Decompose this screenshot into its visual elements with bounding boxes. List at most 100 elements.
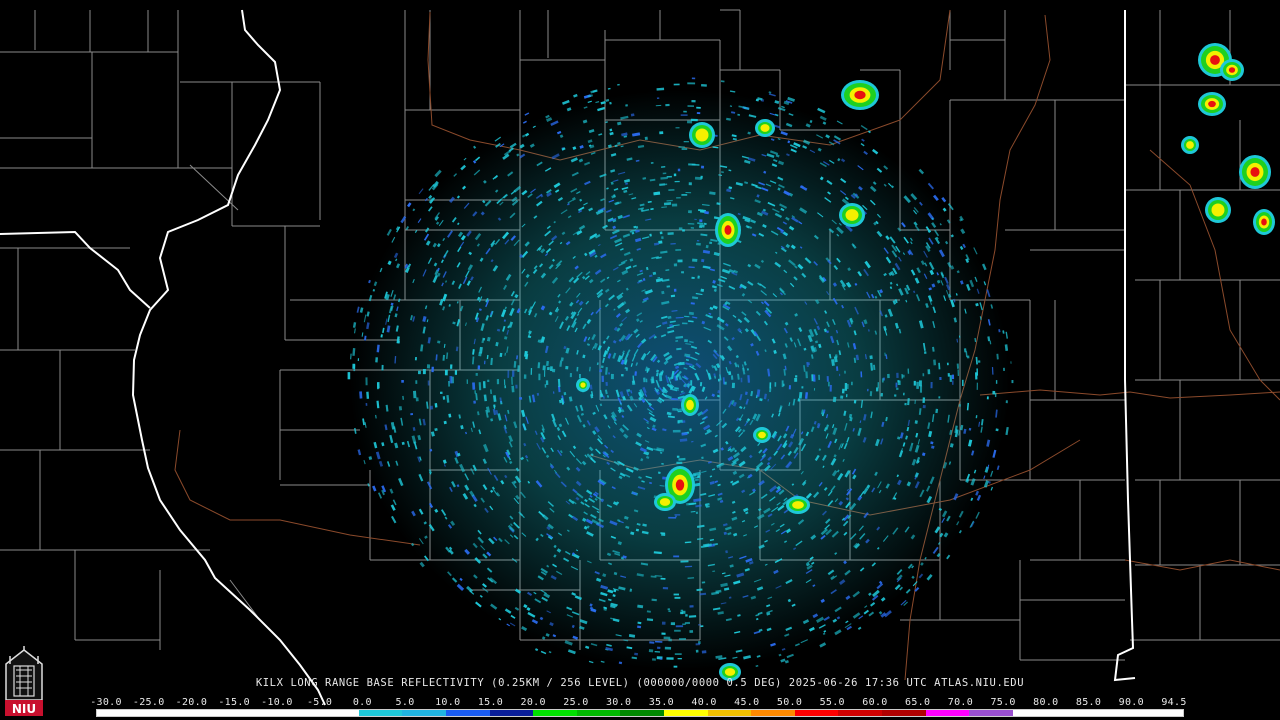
echo-speck bbox=[994, 392, 997, 398]
echo-speck bbox=[507, 370, 510, 378]
echo-speck bbox=[795, 375, 798, 378]
echo-speck bbox=[673, 665, 678, 668]
echo-speck bbox=[947, 373, 950, 377]
echo-speck bbox=[976, 368, 979, 376]
echo-speck bbox=[673, 173, 677, 177]
scale-tick-label: 30.0 bbox=[605, 697, 632, 708]
color-bar-segment bbox=[925, 710, 970, 716]
dbz-color-bar bbox=[96, 709, 1184, 717]
echo-speck bbox=[674, 653, 682, 655]
echo-speck bbox=[832, 396, 837, 403]
echo-speck bbox=[1011, 380, 1014, 384]
echo-speck bbox=[466, 379, 468, 384]
echo-speck bbox=[813, 374, 816, 382]
echo-speck bbox=[674, 514, 681, 516]
scale-tick-label: 80.0 bbox=[1033, 697, 1059, 708]
storm-cell bbox=[1228, 67, 1236, 73]
echo-speck bbox=[695, 511, 699, 514]
echo-speck bbox=[503, 379, 506, 386]
echo-speck bbox=[680, 609, 684, 611]
echo-speck bbox=[818, 374, 820, 380]
echo-speck bbox=[1005, 400, 1008, 404]
echo-speck bbox=[656, 97, 660, 99]
echo-speck bbox=[665, 103, 670, 107]
echo-speck bbox=[672, 429, 681, 433]
scale-tick-label: 65.0 bbox=[905, 697, 931, 708]
echo-speck bbox=[705, 244, 709, 249]
product-caption: KILX LONG RANGE BASE REFLECTIVITY (0.25K… bbox=[255, 677, 1025, 689]
color-bar-segment bbox=[663, 710, 708, 716]
color-bar-segment bbox=[445, 710, 490, 716]
echo-speck bbox=[696, 112, 701, 115]
echo-speck bbox=[511, 385, 515, 393]
scale-tick-label: 0.0 bbox=[352, 697, 372, 708]
storm-cell bbox=[724, 668, 736, 676]
echo-speck bbox=[930, 381, 933, 389]
scale-tick-label: 94.5 bbox=[1161, 697, 1187, 708]
echo-speck bbox=[995, 428, 999, 432]
echo-speck bbox=[691, 276, 695, 280]
echo-speck bbox=[414, 357, 417, 361]
storm-cell bbox=[675, 479, 685, 491]
echo-speck bbox=[703, 222, 707, 225]
echo-speck bbox=[877, 382, 879, 389]
echo-speck bbox=[700, 165, 705, 169]
echo-speck bbox=[916, 381, 919, 389]
echo-speck bbox=[536, 392, 540, 396]
echo-speck bbox=[569, 373, 573, 378]
echo-speck bbox=[429, 405, 434, 410]
echo-speck bbox=[415, 397, 419, 402]
echo-speck bbox=[684, 621, 690, 625]
echo-speck bbox=[478, 382, 482, 391]
storm-cell bbox=[695, 128, 709, 142]
echo-speck bbox=[478, 352, 482, 357]
echo-speck bbox=[677, 259, 683, 263]
echo-speck bbox=[365, 402, 368, 406]
scale-tick-label: 70.0 bbox=[947, 697, 974, 708]
scale-tick-label: -15.0 bbox=[218, 697, 250, 708]
color-bar-segment bbox=[576, 710, 621, 716]
scale-tick-label: 75.0 bbox=[990, 697, 1016, 708]
echo-speck bbox=[853, 399, 857, 404]
echo-speck bbox=[675, 249, 682, 251]
echo-speck bbox=[661, 621, 666, 625]
echo-speck bbox=[938, 396, 941, 399]
echo-speck bbox=[678, 457, 686, 461]
radar-map bbox=[0, 0, 1280, 720]
echo-speck bbox=[895, 382, 898, 388]
color-bar-segment bbox=[620, 710, 664, 716]
echo-speck bbox=[699, 219, 703, 223]
echo-speck bbox=[896, 372, 899, 378]
color-bar-segment bbox=[838, 710, 883, 716]
echo-speck bbox=[682, 322, 688, 325]
storm-cell bbox=[686, 399, 694, 411]
logo-text: NIU bbox=[12, 702, 36, 716]
echo-speck bbox=[695, 649, 699, 653]
echo-speck bbox=[426, 364, 431, 369]
echo-speck bbox=[869, 391, 873, 397]
scale-tick-label: -25.0 bbox=[132, 697, 165, 708]
echo-speck bbox=[685, 192, 692, 194]
echo-speck bbox=[904, 402, 907, 406]
echo-speck bbox=[668, 516, 677, 519]
echo-speck bbox=[673, 593, 679, 596]
scale-tick-label: 60.0 bbox=[862, 697, 888, 708]
color-bar-segment bbox=[358, 710, 403, 716]
scale-tick-label: -10.0 bbox=[261, 697, 293, 708]
echo-speck bbox=[600, 365, 604, 369]
echo-speck bbox=[922, 373, 925, 377]
echo-speck bbox=[903, 392, 905, 396]
echo-speck bbox=[801, 386, 804, 389]
echo-speck bbox=[913, 380, 916, 386]
echo-speck bbox=[675, 127, 680, 129]
echo-speck bbox=[667, 232, 674, 235]
storm-cell bbox=[1208, 100, 1216, 108]
echo-speck bbox=[474, 390, 476, 394]
echo-speck bbox=[579, 374, 581, 379]
echo-speck bbox=[620, 374, 624, 377]
echo-speck bbox=[450, 364, 453, 369]
echo-speck bbox=[851, 381, 853, 386]
echo-speck bbox=[995, 380, 998, 384]
echo-speck bbox=[946, 362, 949, 366]
echo-speck bbox=[844, 382, 848, 391]
